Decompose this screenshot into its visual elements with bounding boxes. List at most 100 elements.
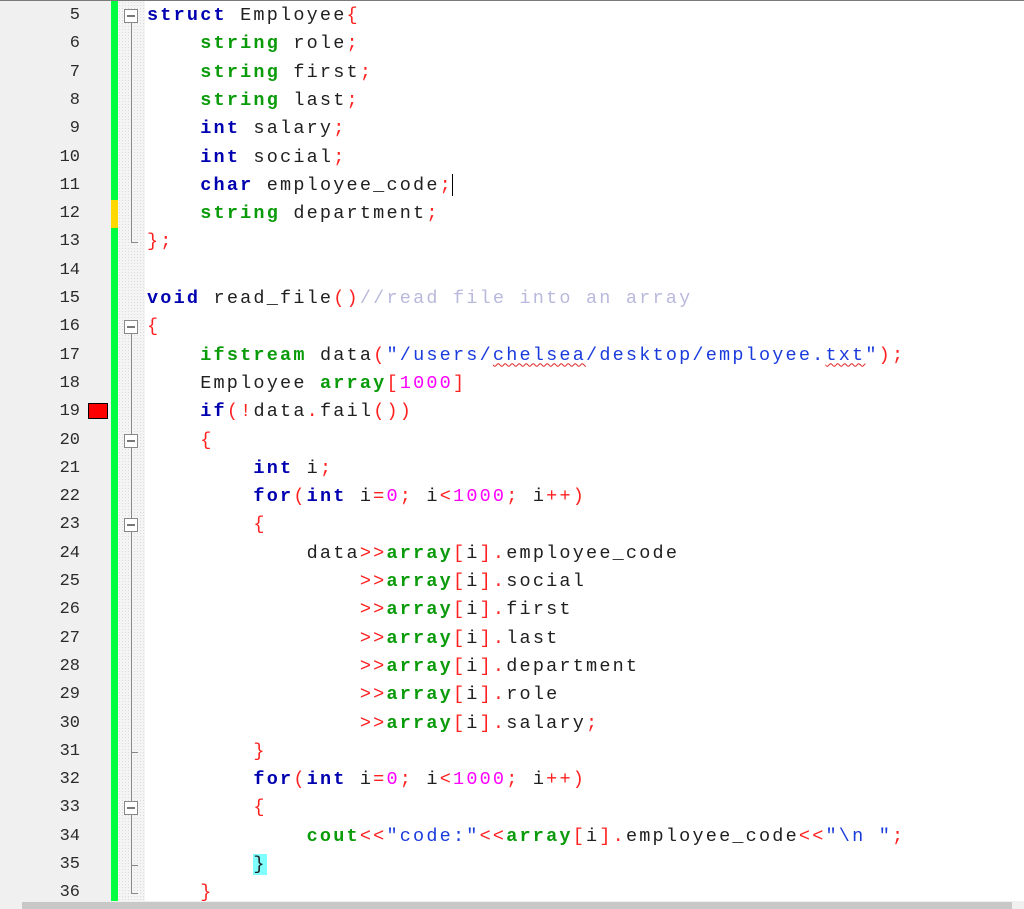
code-token: ;: [346, 33, 360, 55]
code-token: array: [386, 655, 453, 677]
code-token: "\n ": [825, 825, 893, 847]
code-token: ;: [399, 769, 414, 791]
code-line[interactable]: 35 }: [0, 851, 1024, 879]
code-line[interactable]: 5 struct Employee{: [0, 2, 1024, 30]
code-text: char employee_code;: [147, 172, 454, 200]
code-token: i: [466, 655, 480, 677]
code-line[interactable]: 31 }: [0, 738, 1024, 766]
code-token: string: [200, 33, 281, 55]
fold-collapse-icon[interactable]: [124, 9, 138, 23]
code-token: ;: [439, 174, 453, 196]
code-line[interactable]: 29 >>array[i].role: [0, 681, 1024, 709]
code-line[interactable]: 12 string department;: [0, 200, 1024, 229]
code-token: array: [506, 825, 573, 847]
code-line[interactable]: 34 cout<<"code:"<<array[i].employee_code…: [0, 823, 1024, 851]
code-token: 0: [386, 486, 400, 508]
code-line[interactable]: 27 >>array[i].last: [0, 625, 1024, 653]
code-text: struct Employee{: [147, 2, 360, 30]
code-line[interactable]: 26 >>array[i].first: [0, 596, 1024, 624]
code-token: ;: [586, 712, 600, 734]
code-token: [: [452, 684, 467, 706]
code-line[interactable]: 19 if(!data.fail()): [0, 398, 1024, 426]
code-token: >>: [359, 627, 387, 649]
code-token: social: [506, 571, 587, 592]
line-number: 34: [59, 826, 80, 846]
code-token: >>: [359, 684, 387, 706]
code-editor[interactable]: 5 struct Employee{6 string role; 7 string …: [0, 1, 1024, 903]
code-token: txt: [825, 344, 866, 366]
code-line[interactable]: 7 string first;: [0, 59, 1024, 87]
code-line[interactable]: 15 void read_file()//read file into an ar…: [0, 285, 1024, 313]
code-line[interactable]: 6 string role;: [0, 30, 1024, 58]
code-line[interactable]: 18 Employee array[1000]: [0, 370, 1024, 398]
code-line[interactable]: 16 {: [0, 313, 1024, 341]
code-line[interactable]: 24 data>>array[i].employee_code: [0, 540, 1024, 568]
code-line[interactable]: 23 {: [0, 511, 1024, 539]
code-line[interactable]: 14: [0, 257, 1024, 285]
fold-collapse-icon[interactable]: [124, 320, 138, 335]
code-token: .: [492, 599, 507, 621]
code-token: role: [506, 684, 560, 706]
code-token: read_file: [200, 288, 334, 309]
code-token: void: [147, 288, 201, 309]
code-token: fail: [319, 401, 374, 423]
horizontal-scrollbar-thumb[interactable]: [22, 902, 1012, 909]
code-text: data>>array[i].employee_code: [147, 540, 679, 568]
line-number: 8: [69, 90, 80, 110]
code-line[interactable]: 13};: [0, 228, 1024, 256]
code-token: for: [253, 486, 294, 508]
line-number: 13: [59, 232, 80, 252]
code-token: int: [200, 118, 241, 140]
line-number: 32: [59, 770, 80, 790]
code-token: ++): [546, 769, 587, 791]
fold-collapse-icon[interactable]: [124, 518, 138, 533]
code-token: i: [519, 769, 547, 791]
code-line[interactable]: 21 int i;: [0, 455, 1024, 483]
code-line[interactable]: 11 char employee_code;: [0, 172, 1024, 200]
code-token: <<: [359, 825, 387, 847]
code-token: );: [878, 344, 906, 366]
code-line[interactable]: 10 int social;: [0, 144, 1024, 172]
code-token: 1000: [453, 486, 507, 508]
code-token: i: [519, 486, 547, 508]
code-line[interactable]: 17 ifstream data("/users/chelsea/desktop…: [0, 342, 1024, 370]
code-token: ;: [319, 457, 334, 479]
line-number: 10: [59, 147, 80, 167]
code-token: <<: [479, 825, 507, 847]
code-token: int: [306, 769, 347, 791]
code-token: ]: [479, 599, 493, 621]
code-line[interactable]: 25 >>array[i].social: [0, 568, 1024, 596]
code-line[interactable]: 33 {: [0, 794, 1024, 822]
code-line[interactable]: 20 {: [0, 427, 1024, 455]
code-token: employee_code: [253, 174, 440, 196]
code-token: int: [200, 146, 241, 168]
code-line[interactable]: 9 int salary;: [0, 115, 1024, 143]
code-token: [: [452, 712, 467, 734]
code-token: department: [506, 655, 640, 677]
code-line[interactable]: 8 string last;: [0, 87, 1024, 115]
code-line[interactable]: 32 for(int i=0; i<1000; i++): [0, 766, 1024, 794]
code-line[interactable]: 22 for(int i=0; i<1000; i++): [0, 483, 1024, 511]
horizontal-scrollbar[interactable]: [0, 901, 1024, 909]
line-number: 9: [69, 119, 80, 139]
fold-guide-line: [131, 23, 132, 243]
code-token: ;: [346, 89, 360, 111]
code-token: {: [200, 429, 214, 451]
code-line[interactable]: 28 >>array[i].department: [0, 653, 1024, 681]
code-token: first: [280, 61, 360, 83]
fold-collapse-icon[interactable]: [124, 433, 138, 448]
fold-collapse-icon[interactable]: [124, 801, 138, 816]
breakpoint-marker-icon[interactable]: [88, 403, 108, 420]
code-token: array: [386, 599, 453, 621]
code-token: ]: [452, 372, 467, 394]
code-token: =: [373, 486, 387, 508]
code-line[interactable]: 30 >>array[i].salary;: [0, 710, 1024, 738]
line-number: 19: [59, 402, 80, 422]
